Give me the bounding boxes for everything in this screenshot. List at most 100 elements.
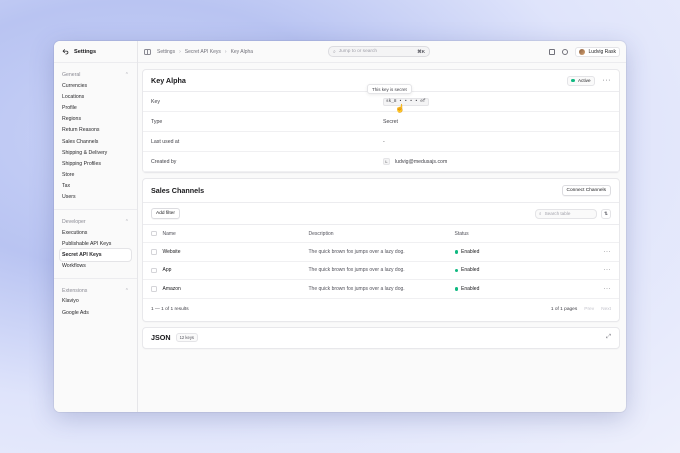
row-checkbox[interactable] bbox=[151, 267, 157, 273]
sidebar-item-workflows[interactable]: Workflows bbox=[60, 261, 131, 272]
notifications-icon[interactable] bbox=[549, 48, 556, 55]
search-shortcut: ⌘K bbox=[417, 48, 425, 54]
table-toolbar: Add filter ⌕ Search table ⇅ bbox=[143, 203, 619, 225]
column-status[interactable]: Status bbox=[455, 231, 612, 237]
connect-channels-button[interactable]: Connect Channels bbox=[561, 185, 611, 196]
sidebar-item-publishable-api-keys[interactable]: Publishable API Keys bbox=[60, 238, 131, 249]
sidebar-item-return-reasons[interactable]: Return Reasons bbox=[60, 125, 131, 136]
search-placeholder: Jump to or search bbox=[338, 49, 378, 54]
table-row[interactable]: App The quick brown fox jumps over a laz… bbox=[143, 262, 619, 280]
sidebar-group-title: Extensions bbox=[62, 287, 88, 294]
sort-icon[interactable]: ⇅ bbox=[601, 208, 611, 219]
sidebar-group-toggle[interactable]: General ⌃ bbox=[60, 70, 131, 80]
expand-icon[interactable]: ⤢ bbox=[606, 334, 611, 341]
creator-email: ludvig@medusajs.com bbox=[395, 158, 448, 165]
pagination-pages: 1 of 1 pages bbox=[550, 307, 578, 312]
type-row: Type Secret bbox=[143, 112, 619, 132]
sidebar-item-profile[interactable]: Profile bbox=[60, 102, 131, 113]
json-card: JSON 12 keys ⤢ bbox=[142, 326, 620, 349]
type-value: Secret bbox=[383, 118, 398, 125]
more-actions-icon[interactable]: ··· bbox=[603, 77, 612, 84]
sidebar-group-toggle[interactable]: Extensions ⌃ bbox=[60, 286, 131, 296]
add-filter-button[interactable]: Add filter bbox=[151, 208, 180, 219]
sidebar-item-users[interactable]: Users bbox=[60, 192, 131, 203]
json-title: JSON bbox=[151, 333, 171, 342]
sidebar-group-toggle[interactable]: Developer ⌃ bbox=[60, 217, 131, 227]
search-icon: ⌕ bbox=[539, 211, 542, 216]
column-description[interactable]: Description bbox=[309, 231, 455, 237]
search-icon: ⌕ bbox=[333, 49, 336, 55]
status-label: Enabled bbox=[461, 285, 480, 292]
page-content: Key Alpha Active ··· Key sk_8 • • • • ef… bbox=[138, 63, 626, 354]
status-badge: Active bbox=[567, 75, 595, 86]
row-more-icon[interactable]: ··· bbox=[604, 249, 612, 255]
channel-status: Enabled bbox=[454, 267, 604, 273]
sidebar-item-google-ads[interactable]: Google Ads bbox=[60, 307, 131, 318]
sidebar-item-tax[interactable]: Tax bbox=[60, 181, 131, 192]
breadcrumb-separator: › bbox=[179, 48, 181, 55]
prev-page-button[interactable]: Prev bbox=[584, 307, 594, 312]
channel-status: Enabled bbox=[454, 285, 604, 292]
sidebar-item-locations[interactable]: Locations bbox=[60, 91, 131, 102]
chevron-up-icon: ⌃ bbox=[124, 287, 129, 294]
breadcrumb-secret-api-keys[interactable]: Secret API Keys bbox=[185, 49, 221, 55]
channel-description: The quick brown fox jumps over a lazy do… bbox=[308, 248, 405, 255]
help-icon[interactable] bbox=[562, 48, 569, 55]
table-search-placeholder: Search table bbox=[544, 211, 571, 216]
breadcrumb-separator: › bbox=[224, 48, 227, 55]
channel-description: The quick brown fox jumps over a lazy do… bbox=[308, 267, 405, 274]
sidebar-item-shipping-profiles[interactable]: Shipping Profiles bbox=[60, 158, 131, 169]
table-search-input[interactable]: ⌕ Search table bbox=[535, 208, 597, 219]
sidebar-item-regions[interactable]: Regions bbox=[60, 114, 131, 125]
user-name: Ludvig Rask bbox=[588, 48, 616, 55]
sidebar-item-executions[interactable]: Executions bbox=[60, 227, 131, 238]
topbar-actions: Ludvig Rask bbox=[549, 46, 620, 57]
sidebar-group-title: General bbox=[62, 72, 81, 78]
column-name[interactable]: Name bbox=[163, 231, 309, 237]
last-used-value: - bbox=[383, 138, 385, 145]
sidebar-item-sales-channels[interactable]: Sales Channels bbox=[60, 136, 131, 147]
chevron-up-icon: ⌃ bbox=[124, 219, 129, 226]
status-dot-icon bbox=[454, 287, 458, 291]
global-search-input[interactable]: ⌕ Jump to or search ⌘K bbox=[328, 46, 430, 57]
next-page-button[interactable]: Next bbox=[601, 307, 611, 312]
sales-channels-card: Sales Channels Connect Channels Add filt… bbox=[142, 178, 620, 322]
page-title: Key Alpha bbox=[151, 76, 186, 85]
pagination: 1 — 1 of 1 results 1 of 1 pages Prev Nex… bbox=[143, 299, 619, 321]
table-row[interactable]: Amazon The quick brown fox jumps over a … bbox=[143, 280, 619, 299]
table-row[interactable]: Website The quick brown fox jumps over a… bbox=[143, 243, 619, 262]
select-all-checkbox[interactable] bbox=[151, 230, 157, 237]
channel-name: Website bbox=[162, 248, 181, 255]
row-checkbox[interactable] bbox=[151, 249, 157, 255]
key-details-card: Key Alpha Active ··· Key sk_8 • • • • ef… bbox=[142, 69, 620, 173]
json-keys-badge: 12 keys bbox=[175, 333, 199, 342]
back-arrow-icon[interactable] bbox=[62, 48, 69, 55]
sidebar-group-general: General ⌃ Currencies Locations Profile R… bbox=[60, 70, 131, 203]
topbar: Settings › Secret API Keys › Key Alpha ⌕… bbox=[138, 41, 626, 63]
main-area: Settings › Secret API Keys › Key Alpha ⌕… bbox=[138, 41, 626, 412]
sidebar-item-currencies[interactable]: Currencies bbox=[60, 80, 131, 91]
sidebar-toggle-icon[interactable] bbox=[144, 48, 151, 55]
breadcrumb-settings[interactable]: Settings bbox=[157, 49, 175, 55]
type-label: Type bbox=[151, 118, 163, 125]
sidebar-item-store[interactable]: Store bbox=[60, 170, 131, 181]
sidebar-header[interactable]: Settings bbox=[54, 41, 137, 63]
row-checkbox[interactable] bbox=[151, 286, 157, 292]
row-more-icon[interactable]: ··· bbox=[604, 286, 612, 292]
sales-channels-header: Sales Channels Connect Channels bbox=[143, 179, 619, 203]
sidebar-divider bbox=[54, 277, 137, 279]
status-label: Active bbox=[577, 78, 591, 83]
key-tooltip: This key is secret bbox=[367, 84, 412, 94]
app-window: Settings General ⌃ Currencies Locations … bbox=[54, 41, 626, 412]
key-token[interactable]: sk_8 • • • • ef bbox=[383, 97, 429, 106]
key-label: Key bbox=[151, 98, 160, 105]
sidebar-item-shipping-delivery[interactable]: Shipping & Delivery bbox=[60, 147, 131, 158]
channel-description: The quick brown fox jumps over a lazy do… bbox=[308, 285, 405, 292]
user-menu[interactable]: Ludvig Rask bbox=[575, 46, 620, 57]
sidebar-title: Settings bbox=[74, 48, 97, 55]
sidebar-item-klaviyo[interactable]: Klaviyo bbox=[60, 296, 131, 307]
sidebar-item-secret-api-keys[interactable]: Secret API Keys bbox=[60, 249, 131, 261]
chevron-up-icon: ⌃ bbox=[124, 72, 129, 78]
row-more-icon[interactable]: ··· bbox=[604, 267, 612, 273]
pointer-cursor-icon: ☝ bbox=[395, 104, 405, 113]
